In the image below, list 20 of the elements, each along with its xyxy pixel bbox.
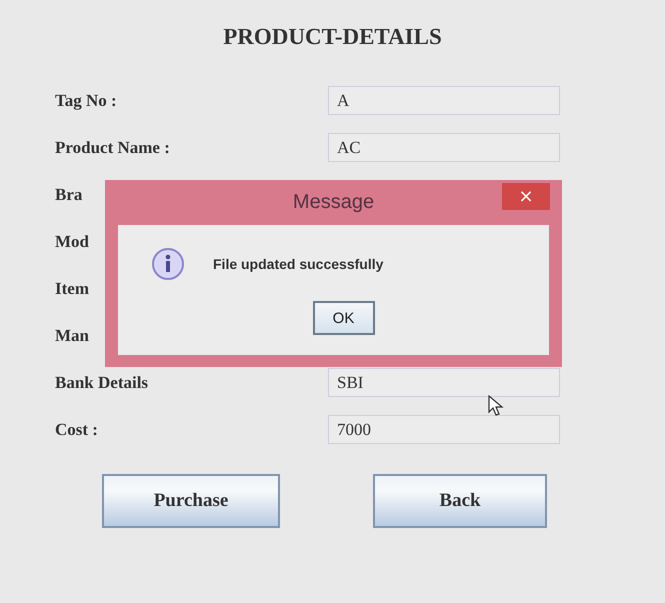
field-label: Tag No : (55, 90, 118, 110)
cursor-icon (488, 395, 504, 417)
close-button[interactable]: × (502, 183, 550, 210)
input-field[interactable]: AC (328, 133, 560, 162)
field-label: Product Name : (55, 138, 171, 158)
dialog-title: Message (292, 191, 374, 214)
input-field[interactable]: A (328, 86, 560, 115)
field-label: Bank Details (55, 372, 150, 392)
form-title: PRODUCT-DETAILS (222, 24, 443, 50)
input-field[interactable]: 7000 (328, 415, 560, 444)
field-label: Mod (55, 232, 90, 252)
ok-button[interactable]: OK (312, 301, 374, 335)
input-field[interactable]: SBI (328, 368, 560, 397)
field-label: Cost : (55, 420, 99, 440)
dialog-message: File updated successfully (213, 256, 384, 272)
field-label: Man (55, 326, 90, 346)
info-icon (151, 247, 185, 281)
form-button[interactable]: Purchase (102, 474, 280, 528)
field-label: Item (55, 278, 90, 298)
form-button[interactable]: Back (373, 474, 547, 528)
